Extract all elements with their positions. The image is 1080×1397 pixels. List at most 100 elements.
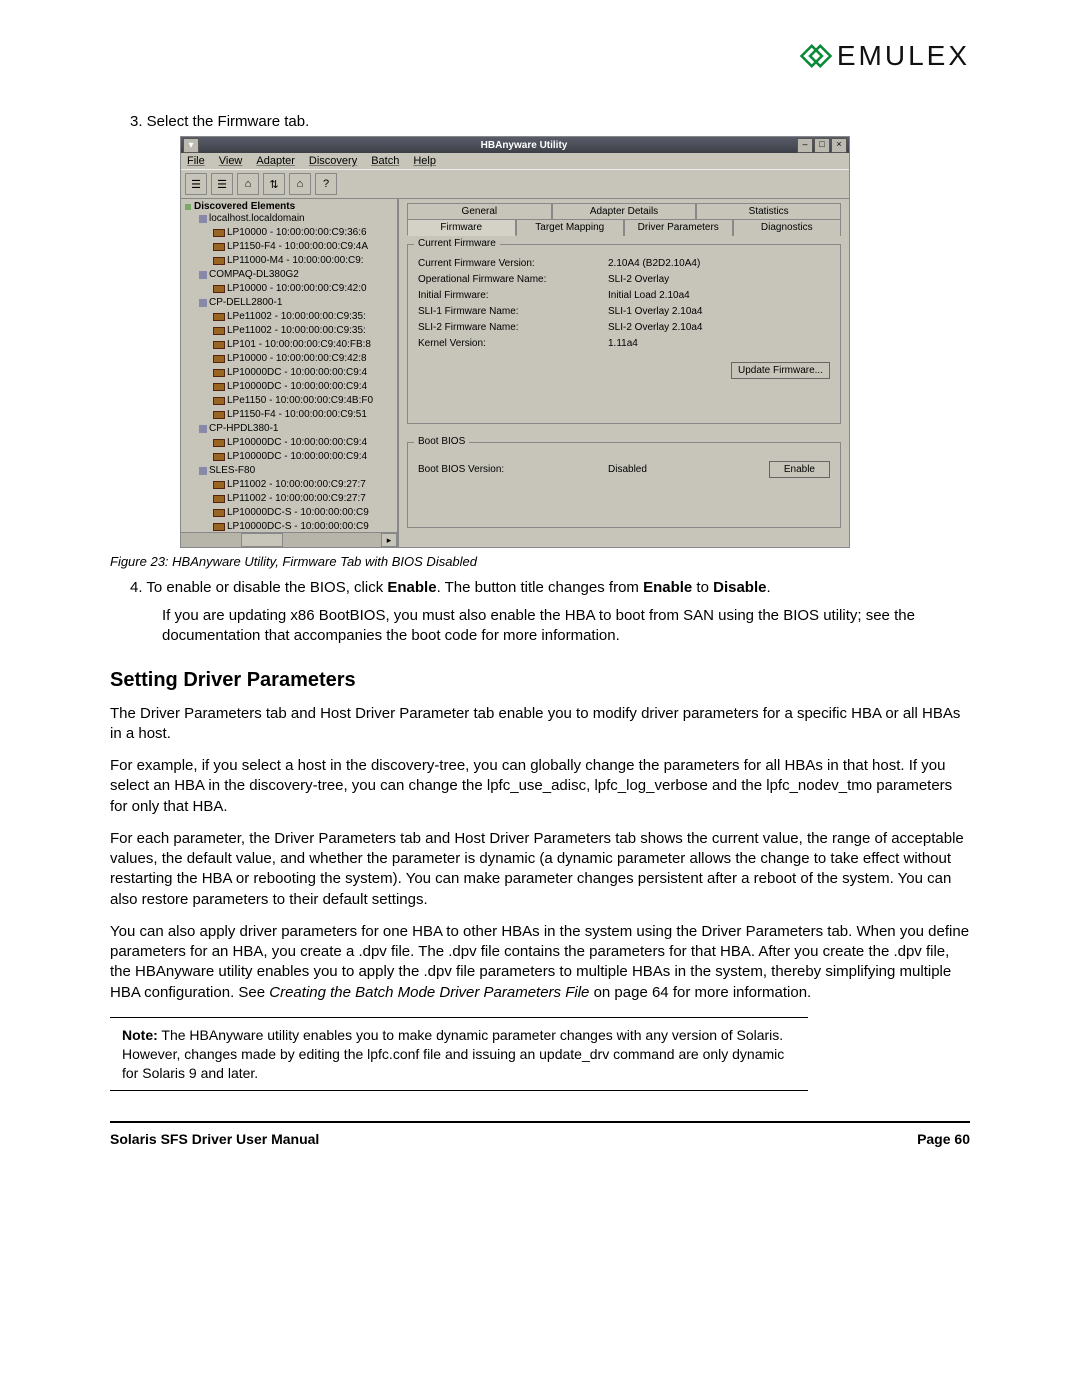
menu-view[interactable]: View (219, 155, 243, 167)
boot-bios-value: Disabled (608, 464, 738, 475)
tree-hba-node[interactable]: LP10000DC - 10:00:00:00:C9:4 (185, 380, 397, 394)
tree-hba-node[interactable]: LP10000 - 10:00:00:00:C9:42:8 (185, 352, 397, 366)
tree-node-label: LP10000DC - 10:00:00:00:C9:4 (227, 366, 367, 380)
menu-file[interactable]: File (187, 155, 205, 167)
tree-host-node[interactable]: COMPAQ-DL380G2 (185, 268, 397, 282)
tree-hba-node[interactable]: LP101 - 10:00:00:00:C9:40:FB:8 (185, 338, 397, 352)
firmware-row-label: SLI-2 Firmware Name: (418, 322, 608, 333)
emulex-logo-icon (799, 43, 833, 69)
tree-hba-node[interactable]: LPe11002 - 10:00:00:00:C9:35: (185, 310, 397, 324)
tree-node-label: LPe1150 - 10:00:00:00:C9:4B:F0 (227, 394, 373, 408)
section-heading: Setting Driver Parameters (110, 669, 970, 692)
tree-hba-node[interactable]: LP10000DC - 10:00:00:00:C9:4 (185, 450, 397, 464)
discovery-tree[interactable]: Discovered Elements localhost.localdomai… (181, 199, 399, 547)
tree-node-label: LP10000DC-S - 10:00:00:00:C9 (227, 506, 369, 520)
tree-node-label: CP-DELL2800-1 (209, 296, 282, 310)
firmware-info-row: Kernel Version:1.11a4 (418, 338, 830, 349)
tree-hba-node[interactable]: LP1150-F4 - 10:00:00:00:C9:4A (185, 240, 397, 254)
scrollbar-right-arrow[interactable]: ▸ (381, 533, 397, 547)
tree-node-label: LP10000 - 10:00:00:00:C9:36:6 (227, 226, 367, 240)
tree-hba-node[interactable]: LPe11002 - 10:00:00:00:C9:35: (185, 324, 397, 338)
tab-adapter-details[interactable]: Adapter Details (552, 203, 697, 219)
tree-node-label: localhost.localdomain (209, 212, 305, 226)
close-button[interactable]: × (831, 138, 847, 153)
host-icon (199, 467, 207, 475)
tree-node-label: LP101 - 10:00:00:00:C9:40:FB:8 (227, 338, 371, 352)
tree-node-label: CP-HPDL380-1 (209, 422, 278, 436)
tree-hba-node[interactable]: LP10000DC - 10:00:00:00:C9:4 (185, 366, 397, 380)
update-firmware-button[interactable]: Update Firmware... (731, 362, 830, 379)
current-firmware-title: Current Firmware (414, 238, 500, 249)
menu-adapter[interactable]: Adapter (256, 155, 295, 167)
note-body: The HBAnyware utility enables you to mak… (122, 1027, 784, 1081)
hba-card-icon (213, 495, 225, 503)
tree-node-label: LP1150-F4 - 10:00:00:00:C9:4A (227, 240, 368, 254)
menu-help[interactable]: Help (413, 155, 436, 167)
footer-left: Solaris SFS Driver User Manual (110, 1131, 319, 1147)
firmware-row-label: Operational Firmware Name: (418, 274, 608, 285)
window-title: HBAnyware Utility (199, 140, 849, 151)
logo-text: EMULEX (837, 40, 970, 72)
minimize-button[interactable]: – (797, 138, 813, 153)
current-firmware-group: Current Firmware Current Firmware Versio… (407, 244, 841, 424)
hba-card-icon (213, 411, 225, 419)
tab-driver-parameters[interactable]: Driver Parameters (624, 219, 733, 236)
tree-hba-node[interactable]: LP10000DC - 10:00:00:00:C9:4 (185, 436, 397, 450)
firmware-info-row: Current Firmware Version:2.10A4 (B2D2.10… (418, 258, 830, 269)
scrollbar-thumb[interactable] (241, 533, 283, 547)
enable-button[interactable]: Enable (769, 461, 830, 478)
hba-card-icon (213, 355, 225, 363)
tree-root-icon (185, 204, 191, 210)
tree-hba-node[interactable]: LP11002 - 10:00:00:00:C9:27:7 (185, 478, 397, 492)
tab-general[interactable]: General (407, 203, 552, 219)
toolbar-button-4[interactable]: ⇅ (263, 173, 285, 195)
window-titlebar: ▾ HBAnyware Utility – □ × (181, 137, 849, 153)
app-window: ▾ HBAnyware Utility – □ × File View Adap… (180, 136, 850, 548)
toolbar-button-3[interactable]: ⌂ (237, 173, 259, 195)
firmware-row-label: Current Firmware Version: (418, 258, 608, 269)
tree-host-node[interactable]: localhost.localdomain (185, 212, 397, 226)
maximize-button[interactable]: □ (814, 138, 830, 153)
tab-firmware[interactable]: Firmware (407, 219, 516, 236)
tree-node-label: LPe11002 - 10:00:00:00:C9:35: (227, 324, 366, 338)
tree-hba-node[interactable]: LP10000DC-S - 10:00:00:00:C9 (185, 506, 397, 520)
tree-host-node[interactable]: CP-DELL2800-1 (185, 296, 397, 310)
tree-hba-node[interactable]: LPe1150 - 10:00:00:00:C9:4B:F0 (185, 394, 397, 408)
boot-bios-group: Boot BIOS Boot BIOS Version: Disabled En… (407, 442, 841, 528)
tree-node-label: COMPAQ-DL380G2 (209, 268, 299, 282)
menu-batch[interactable]: Batch (371, 155, 399, 167)
hba-card-icon (213, 327, 225, 335)
titlebar-dropdown-icon[interactable]: ▾ (183, 138, 199, 153)
tree-node-label: SLES-F80 (209, 464, 255, 478)
tree-hba-node[interactable]: LP11002 - 10:00:00:00:C9:27:7 (185, 492, 397, 506)
tree-hba-node[interactable]: LP10000 - 10:00:00:00:C9:36:6 (185, 226, 397, 240)
paragraph-4: You can also apply driver parameters for… (110, 922, 970, 1003)
menu-discovery[interactable]: Discovery (309, 155, 357, 167)
toolbar-button-1[interactable]: ☰ (185, 173, 207, 195)
toolbar-button-2[interactable]: ☰ (211, 173, 233, 195)
footer-right: Page 60 (917, 1131, 970, 1147)
firmware-info-row: SLI-1 Firmware Name:SLI-1 Overlay 2.10a4 (418, 306, 830, 317)
tree-host-node[interactable]: CP-HPDL380-1 (185, 422, 397, 436)
toolbar-button-5[interactable]: ⌂ (289, 173, 311, 195)
tree-node-label: LP1150-F4 - 10:00:00:00:C9:51 (227, 408, 367, 422)
host-icon (199, 271, 207, 279)
tab-target-mapping[interactable]: Target Mapping (516, 219, 625, 236)
hba-card-icon (213, 509, 225, 517)
tree-scrollbar[interactable]: ▸ (181, 532, 397, 547)
tree-host-node[interactable]: SLES-F80 (185, 464, 397, 478)
tree-hba-node[interactable]: LP1150-F4 - 10:00:00:00:C9:51 (185, 408, 397, 422)
toolbar-help-button[interactable]: ? (315, 173, 337, 195)
firmware-row-value: SLI-2 Overlay 2.10a4 (608, 322, 703, 333)
firmware-row-value: Initial Load 2.10a4 (608, 290, 690, 301)
hba-card-icon (213, 453, 225, 461)
firmware-row-value: 2.10A4 (B2D2.10A4) (608, 258, 700, 269)
tab-diagnostics[interactable]: Diagnostics (733, 219, 842, 236)
host-icon (199, 425, 207, 433)
tree-hba-node[interactable]: LP10000 - 10:00:00:00:C9:42:0 (185, 282, 397, 296)
tab-statistics[interactable]: Statistics (696, 203, 841, 219)
hba-card-icon (213, 229, 225, 237)
tree-hba-node[interactable]: LP11000-M4 - 10:00:00:00:C9: (185, 254, 397, 268)
firmware-info-row: Initial Firmware:Initial Load 2.10a4 (418, 290, 830, 301)
firmware-info-row: SLI-2 Firmware Name:SLI-2 Overlay 2.10a4 (418, 322, 830, 333)
